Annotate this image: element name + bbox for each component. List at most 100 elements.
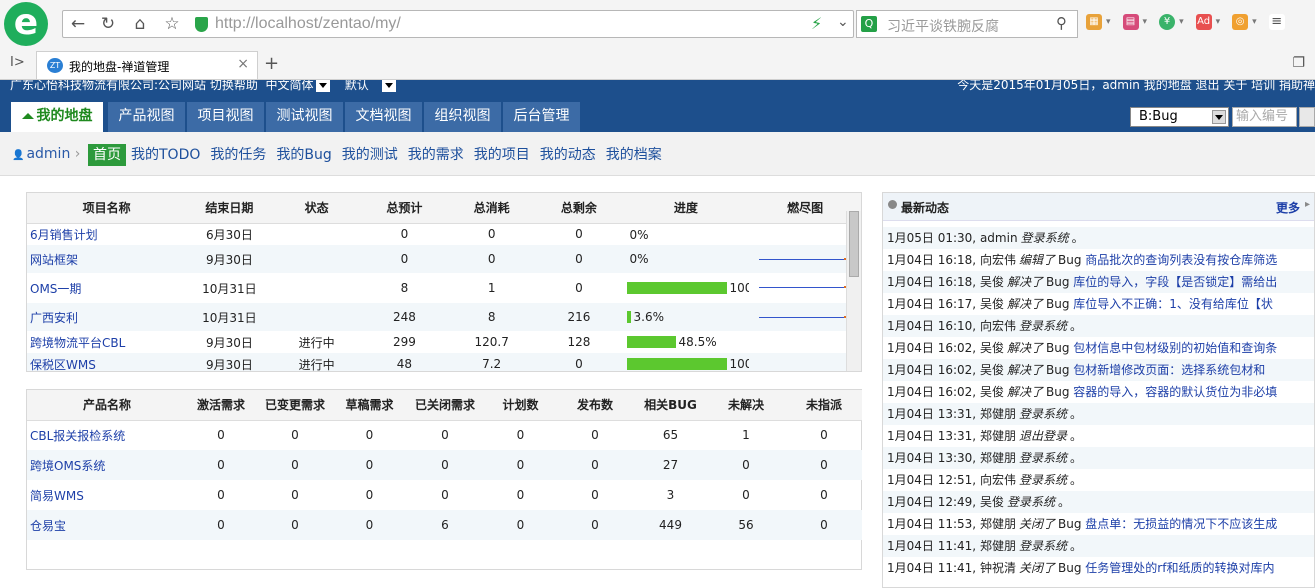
table-row[interactable]: OMS一期 10月31日 8 1 0 100%	[27, 273, 861, 303]
dynamic-object-link[interactable]: 库位导入不正确：1、没有给库位【状	[1073, 297, 1273, 311]
sublink-todo[interactable]: 我的TODO	[126, 144, 205, 166]
burndown-cell[interactable]	[749, 223, 861, 245]
goto-id-input[interactable]: 输入编号	[1232, 107, 1297, 127]
burndown-chart[interactable]	[759, 258, 848, 260]
product-name-link[interactable]: 跨境OMS系统	[27, 450, 187, 480]
scroll-thumb[interactable]	[849, 211, 859, 277]
project-name-link[interactable]: 6月销售计划	[27, 223, 186, 245]
address-bar[interactable]: ← ↻ ⌂ ☆ http://localhost/zentao/my/ ⚡ ⌄	[62, 10, 854, 38]
browser-search-box[interactable]: Q 习近平谈铁腕反腐 ⚲	[856, 10, 1078, 38]
sublink-dynamic[interactable]: 我的动态	[535, 144, 601, 166]
dynamic-object-link[interactable]: 盘点单：无损益的情况下不应该生成	[1085, 517, 1277, 531]
tab-test[interactable]: 测试视图	[266, 102, 343, 132]
restore-window-icon[interactable]: ❐	[1292, 55, 1305, 71]
goto-button[interactable]	[1299, 107, 1315, 127]
product-stat: 0	[335, 450, 404, 480]
company-links[interactable]: 广东心怡科技物流有限公司:公司网站 切换帮助	[10, 80, 258, 92]
project-name-link[interactable]: 网站框架	[27, 245, 187, 273]
list-item: 1月04日 16:02, 吴俊 解决了 Bug 包材新增修改页面：选择系统包材和	[883, 359, 1314, 381]
dynamic-actor: 吴俊	[979, 341, 1004, 355]
user-menu[interactable]: 👤 admin ›	[12, 146, 80, 162]
refresh-icon[interactable]: ↻	[93, 11, 123, 37]
object-type-select[interactable]: B:Bug	[1130, 107, 1229, 127]
dynamic-object-link[interactable]: 包材新增修改页面：选择系统包材和	[1073, 363, 1265, 377]
tab-my[interactable]: 我的地盘	[11, 102, 103, 132]
url-text[interactable]: http://localhost/zentao/my/	[215, 15, 401, 33]
chevron-down-icon[interactable]	[382, 80, 397, 92]
project-name-link[interactable]: OMS一期	[27, 273, 186, 303]
extension-toolbar: ▦ ▾ ▤ ▾ ¥ ▾ Ad ▾ ◎ ▾ ≡	[1086, 14, 1285, 30]
new-tab-icon[interactable]: +	[264, 53, 279, 74]
table-row[interactable]: 跨境OMS系统 0 0 0 0 0 0 27 0 0	[27, 450, 862, 480]
chevron-right-icon[interactable]: ▸	[1305, 199, 1310, 210]
dynamic-time: 1月04日 16:02,	[887, 341, 977, 355]
language-select[interactable]: 中文简体	[266, 80, 314, 92]
sublink-test[interactable]: 我的测试	[337, 144, 403, 166]
user-links[interactable]: 今天是2015年01月05日，admin 我的地盘 退出 关于 培训 捐助禅	[957, 80, 1315, 93]
burndown-cell[interactable]	[749, 273, 861, 303]
search-engine-icon[interactable]: Q	[861, 16, 877, 32]
sublink-story[interactable]: 我的需求	[403, 144, 469, 166]
burndown-chart[interactable]	[759, 316, 848, 318]
sublink-home[interactable]: 首页	[88, 144, 126, 166]
adblock-icon[interactable]: Ad	[1195, 14, 1212, 30]
column-header: 进度	[622, 193, 750, 224]
product-name-link[interactable]: CBL报关报检系统	[27, 420, 187, 450]
end-date: 10月31日	[186, 303, 273, 331]
search-icon[interactable]: ⚲	[1056, 14, 1067, 32]
browser-logo-icon[interactable]: e	[4, 2, 48, 46]
sublink-profile[interactable]: 我的档案	[601, 144, 667, 166]
tab-admin[interactable]: 后台管理	[503, 102, 580, 132]
project-name-link[interactable]: 保税区WMS	[27, 353, 187, 371]
table-row[interactable]: 保税区WMS9月30日进行中487.20 100%	[27, 353, 861, 371]
dynamic-object-link[interactable]: 商品批次的查询列表没有按仓库筛选	[1085, 253, 1277, 267]
sublink-project[interactable]: 我的项目	[469, 144, 535, 166]
sublink-task[interactable]: 我的任务	[205, 144, 271, 166]
table-row[interactable]: 广西安利 10月31日 248 8 216 3.6%	[27, 303, 861, 331]
dynamic-object-link[interactable]: 容器的导入，容器的默认货位为非必填	[1073, 385, 1277, 399]
dynamic-object-link[interactable]: 任务管理处的rf和纸质的转换对库内	[1085, 561, 1274, 575]
project-name-link[interactable]: 广西安利	[27, 303, 187, 331]
sidebar-toggle-icon[interactable]: I>	[10, 55, 25, 70]
tab-product[interactable]: 产品视图	[108, 102, 185, 132]
tab-doc[interactable]: 文档视图	[345, 102, 422, 132]
more-link[interactable]: 更多	[1276, 199, 1300, 216]
search-input[interactable]: 习近平谈铁腕反腐	[887, 16, 999, 36]
table-row[interactable]: CBL报关报检系统 0 0 0 0 0 0 65 1 0	[27, 420, 862, 450]
table-row[interactable]: 简易WMS 0 0 0 0 0 0 3 0 0	[27, 480, 862, 510]
table-row[interactable]: 仓易宝 0 0 0 6 0 0 449 56 0	[27, 510, 862, 540]
yen-icon[interactable]: ¥	[1159, 14, 1176, 30]
burndown-cell[interactable]	[749, 353, 861, 371]
dynamic-object-link[interactable]: 包材信息中包材级别的初始值和查询条	[1073, 341, 1277, 355]
apps-icon[interactable]: ▦	[1086, 14, 1102, 30]
burndown-chart[interactable]	[759, 286, 848, 288]
dynamic-action: 退出登录	[1018, 429, 1067, 443]
table-row[interactable]: 跨境物流平台CBL 9月30日 进行中 299 120.7 128 48.5%	[27, 331, 861, 353]
tab-project[interactable]: 项目视图	[187, 102, 264, 132]
back-icon[interactable]: ←	[63, 11, 93, 37]
table-row[interactable]: 6月销售计划 6月30日 0 0 0 0%	[27, 223, 861, 245]
browser-tab[interactable]: ZT 我的地盘-禅道管理 ×	[36, 51, 258, 79]
project-name-link[interactable]: 跨境物流平台CBL	[27, 331, 186, 353]
tab-company[interactable]: 组织视图	[424, 102, 501, 132]
sublink-bug[interactable]: 我的Bug	[271, 144, 336, 166]
product-stat: 0	[365, 488, 374, 502]
table-row[interactable]: 网站框架 9月30日 0 0 0 0%	[27, 245, 861, 273]
menu-icon[interactable]: ≡	[1268, 14, 1285, 30]
product-name-link[interactable]: 仓易宝	[27, 510, 187, 540]
home-icon[interactable]: ⌂	[125, 11, 155, 37]
close-icon[interactable]: ×	[237, 56, 249, 72]
burndown-cell[interactable]	[749, 303, 861, 331]
game-icon[interactable]: ◎	[1232, 14, 1249, 30]
product-name-link[interactable]: 简易WMS	[27, 480, 187, 510]
chevron-down-icon[interactable]: ⌄	[837, 14, 849, 30]
bookmark-icon[interactable]: ▤	[1122, 14, 1139, 30]
dynamic-object-link[interactable]: 库位的导入，字段【是否锁定】需给出	[1073, 275, 1277, 289]
burndown-cell[interactable]	[749, 331, 861, 353]
lightning-icon[interactable]: ⚡	[811, 14, 822, 33]
star-icon[interactable]: ☆	[157, 11, 187, 37]
chevron-down-icon[interactable]	[315, 80, 330, 92]
burndown-cell[interactable]	[749, 245, 861, 273]
project-scrollbar[interactable]	[846, 211, 861, 371]
theme-select[interactable]: 默认	[345, 80, 369, 92]
